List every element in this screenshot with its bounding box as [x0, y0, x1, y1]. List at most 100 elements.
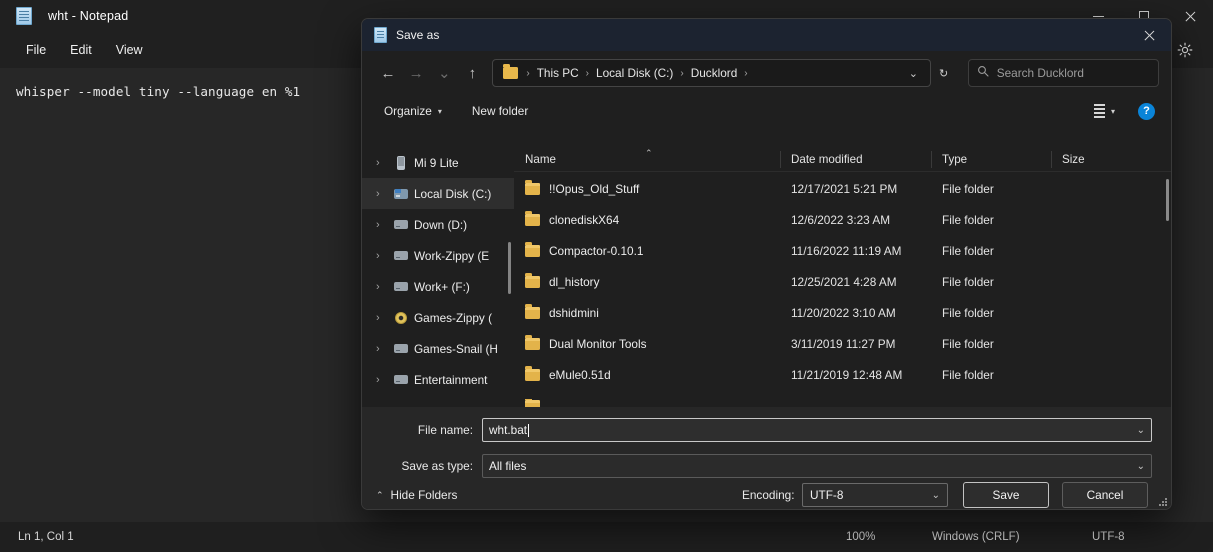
table-row[interactable]: eMule0.51d 11/21/2019 12:48 AM File fold… [514, 359, 1171, 390]
breadcrumb-ducklord[interactable]: Ducklord [686, 63, 743, 83]
file-name-label: File name: [417, 423, 473, 437]
file-list-scrollbar[interactable] [1163, 173, 1171, 405]
breadcrumb-local-disk[interactable]: Local Disk (C:) [591, 63, 678, 83]
status-encoding[interactable]: UTF-8 [1092, 531, 1125, 543]
file-date-cell: 12/17/2021 5:21 PM [791, 181, 898, 196]
table-row[interactable]: dshidmini 11/20/2022 3:10 AM File folder [514, 297, 1171, 328]
chevron-right-icon[interactable]: › [376, 312, 392, 324]
up-button[interactable]: ↑ [458, 59, 486, 87]
folder-icon [503, 64, 519, 79]
table-row[interactable]: clonediskX64 12/6/2022 3:23 AM File fold… [514, 204, 1171, 235]
status-zoom[interactable]: 100% [846, 531, 875, 543]
file-list-rows: !!Opus_Old_Stuff 12/17/2021 5:21 PM File… [514, 173, 1171, 407]
search-placeholder: Search Ducklord [996, 66, 1084, 80]
tree-item-entertainment[interactable]: › Entertainment [362, 364, 514, 395]
address-bar[interactable]: › This PC › Local Disk (C:) › Ducklord ›… [492, 59, 932, 87]
close-icon[interactable] [1127, 19, 1171, 51]
close-icon[interactable] [1167, 0, 1213, 32]
table-row[interactable]: !!Opus_Old_Stuff 12/17/2021 5:21 PM File… [514, 173, 1171, 204]
list-view-icon [1093, 104, 1105, 118]
new-folder-button[interactable]: New folder [464, 100, 536, 122]
folder-icon [525, 303, 540, 319]
tree-scrollbar-thumb[interactable] [508, 242, 511, 294]
search-input[interactable]: Search Ducklord [967, 59, 1159, 87]
file-list-scrollbar-thumb[interactable] [1166, 179, 1169, 221]
partial-table-row[interactable] [514, 399, 1171, 407]
view-options-button[interactable]: ▾ [1093, 104, 1115, 118]
file-type-cell: File folder [942, 212, 994, 227]
tree-item-local-disk-c[interactable]: › Local Disk (C:) [362, 178, 514, 209]
resize-grip[interactable] [1159, 498, 1168, 507]
organize-button[interactable]: Organize ▾ [376, 100, 450, 122]
tree-item-work-plus-f[interactable]: › Work+ (F:) [362, 271, 514, 302]
tree-item-label: Down (D:) [414, 217, 468, 232]
file-name-input[interactable]: wht.bat ⌄ [482, 418, 1152, 442]
chevron-down-icon[interactable]: ⌄ [1137, 461, 1145, 472]
refresh-icon[interactable]: ↻ [931, 60, 955, 86]
encoding-select[interactable]: UTF-8 ⌄ [802, 483, 948, 507]
back-button[interactable]: ← [374, 59, 402, 87]
file-name-label: clonediskX64 [549, 212, 620, 227]
chevron-right-icon[interactable]: › [376, 188, 392, 200]
chevron-right-icon[interactable]: › [376, 281, 392, 293]
column-header-date-modified[interactable]: Date modified [780, 147, 931, 172]
notepad-document-icon [16, 7, 32, 25]
menu-view[interactable]: View [104, 38, 155, 62]
menu-edit[interactable]: Edit [58, 38, 104, 62]
column-header-name-label: Name [525, 152, 556, 166]
sort-ascending-icon: ⌃ [645, 147, 653, 158]
table-row[interactable]: dl_history 12/25/2021 4:28 AM File folde… [514, 266, 1171, 297]
system-drive-icon [392, 188, 409, 199]
help-icon[interactable]: ? [1138, 102, 1155, 120]
encoding-label: Encoding: [742, 488, 795, 502]
chevron-right-icon[interactable]: › [376, 343, 392, 355]
recent-locations-button[interactable]: ⌄ [430, 59, 458, 87]
tree-item-games-zippy[interactable]: › Games-Zippy ( [362, 302, 514, 333]
cancel-button[interactable]: Cancel [1062, 482, 1148, 508]
tree-item-label: Work-Zippy (E [414, 248, 490, 263]
tree-item-down-d[interactable]: › Down (D:) [362, 209, 514, 240]
notepad-statusbar: Ln 1, Col 1 100% Windows (CRLF) UTF-8 [0, 522, 1213, 552]
tree-item-work-zippy-e[interactable]: › Work-Zippy (E [362, 240, 514, 271]
table-row[interactable]: Dual Monitor Tools 3/11/2019 11:27 PM Fi… [514, 328, 1171, 359]
chevron-down-icon[interactable]: ⌄ [900, 60, 926, 86]
table-row[interactable]: Compactor-0.10.1 11/16/2022 11:19 AM Fil… [514, 235, 1171, 266]
hide-folders-button[interactable]: ⌃ Hide Folders [376, 488, 457, 502]
file-name-value: wht.bat [489, 423, 528, 437]
menu-file[interactable]: File [14, 38, 58, 62]
dialog-body: › Mi 9 Lite › Local Disk (C:) › Down (D:… [362, 147, 1171, 407]
gear-icon[interactable] [1171, 36, 1199, 64]
save-as-type-select[interactable]: All files ⌄ [482, 454, 1152, 478]
tree-item-label: Games-Snail (H [414, 341, 498, 356]
file-name-cell: Compactor-0.10.1 [514, 241, 780, 258]
file-name-row: File name: wht.bat ⌄ [362, 417, 1171, 443]
save-button[interactable]: Save [963, 482, 1049, 508]
chevron-right-icon[interactable]: › [376, 374, 392, 386]
file-name-cell: dl_history [514, 272, 780, 289]
file-name-label: dl_history [549, 274, 600, 289]
file-type-cell: File folder [942, 274, 994, 289]
file-name-cell: Dual Monitor Tools [514, 334, 780, 351]
drive-icon [392, 220, 409, 229]
breadcrumb-this-pc[interactable]: This PC [532, 63, 584, 83]
chevron-right-icon[interactable]: › [376, 157, 392, 169]
breadcrumb-separator: › [744, 67, 748, 79]
status-line-column[interactable]: Ln 1, Col 1 [18, 531, 74, 543]
column-header-type[interactable]: Type [931, 147, 1051, 172]
tree-item-games-snail-h[interactable]: › Games-Snail (H [362, 333, 514, 364]
chevron-down-icon[interactable]: ⌄ [1137, 425, 1145, 436]
tree-item-mi-9-lite[interactable]: › Mi 9 Lite [362, 147, 514, 178]
file-name-label: Compactor-0.10.1 [549, 243, 644, 258]
forward-button[interactable]: → [402, 59, 430, 87]
chevron-down-icon[interactable]: ⌄ [932, 490, 940, 501]
folder-icon [525, 272, 540, 288]
hide-folders-label: Hide Folders [390, 488, 458, 502]
file-type-cell: File folder [942, 181, 994, 196]
chevron-right-icon[interactable]: › [376, 250, 392, 262]
column-header-size[interactable]: Size [1051, 147, 1131, 172]
dialog-form-area: File name: wht.bat ⌄ Save as type: All f… [362, 407, 1171, 509]
chevron-right-icon[interactable]: › [376, 219, 392, 231]
status-line-ending[interactable]: Windows (CRLF) [932, 531, 1020, 543]
tree-item-label: Mi 9 Lite [414, 155, 459, 170]
column-header-name[interactable]: Name ⌃ [514, 147, 780, 172]
